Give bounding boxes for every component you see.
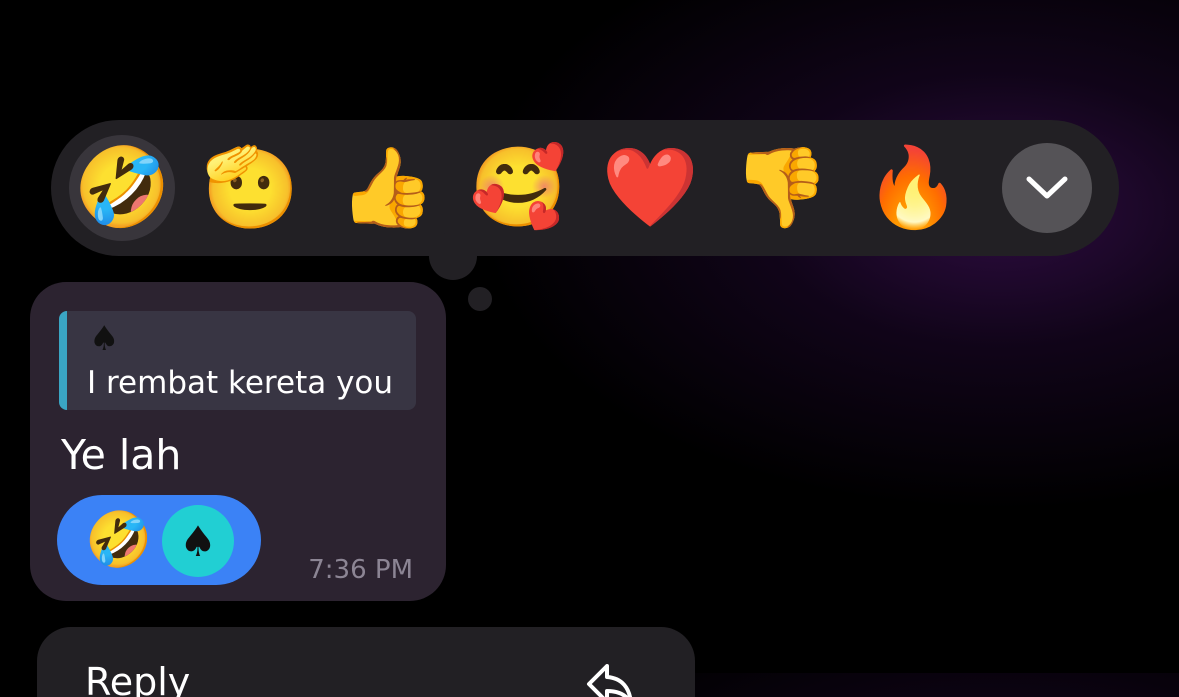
reaction-fire[interactable]: 🔥 <box>860 135 966 241</box>
reply-accent-bar <box>59 311 67 410</box>
picker-tail-small <box>468 287 492 311</box>
reply-text: I rembat kereta you <box>87 365 394 401</box>
message-bubble[interactable]: ♠ I rembat kereta you Ye lah 🤣 ♠ 7:36 PM <box>30 282 446 601</box>
message-text: Ye lah <box>61 431 182 479</box>
reaction-smiling-with-hearts[interactable]: 🥰 <box>465 135 571 241</box>
reply-arrow-icon[interactable] <box>585 659 635 697</box>
reaction-thumbs-down[interactable]: 👎 <box>728 135 834 241</box>
message-timestamp: 7:36 PM <box>308 555 413 585</box>
reaction-red-heart[interactable]: ❤️ <box>597 135 703 241</box>
picker-tail-large <box>429 232 477 280</box>
reaction-thumbs-up[interactable]: 👍 <box>334 135 440 241</box>
expand-reactions-button[interactable] <box>1002 143 1092 233</box>
spade-icon: ♠ <box>179 516 217 566</box>
context-menu: Reply <box>37 627 695 697</box>
reaction-saluting-face[interactable]: 🫡 <box>202 135 298 241</box>
reaction-picker: 🤣 🫡 👍 🥰 ❤️ 👎 🔥 <box>51 120 1119 256</box>
message-reaction-pill[interactable]: 🤣 ♠ <box>57 495 261 585</box>
reactor-avatar: ♠ <box>162 505 234 577</box>
rolling-laughing-emoji: 🤣 <box>85 508 153 571</box>
reaction-rolling-laughing[interactable]: 🤣 <box>69 135 175 241</box>
chevron-down-icon <box>1026 176 1068 199</box>
spade-icon: ♠ <box>89 319 120 359</box>
reply-quote[interactable]: ♠ I rembat kereta you <box>59 311 416 410</box>
reply-menu-label[interactable]: Reply <box>85 659 190 697</box>
